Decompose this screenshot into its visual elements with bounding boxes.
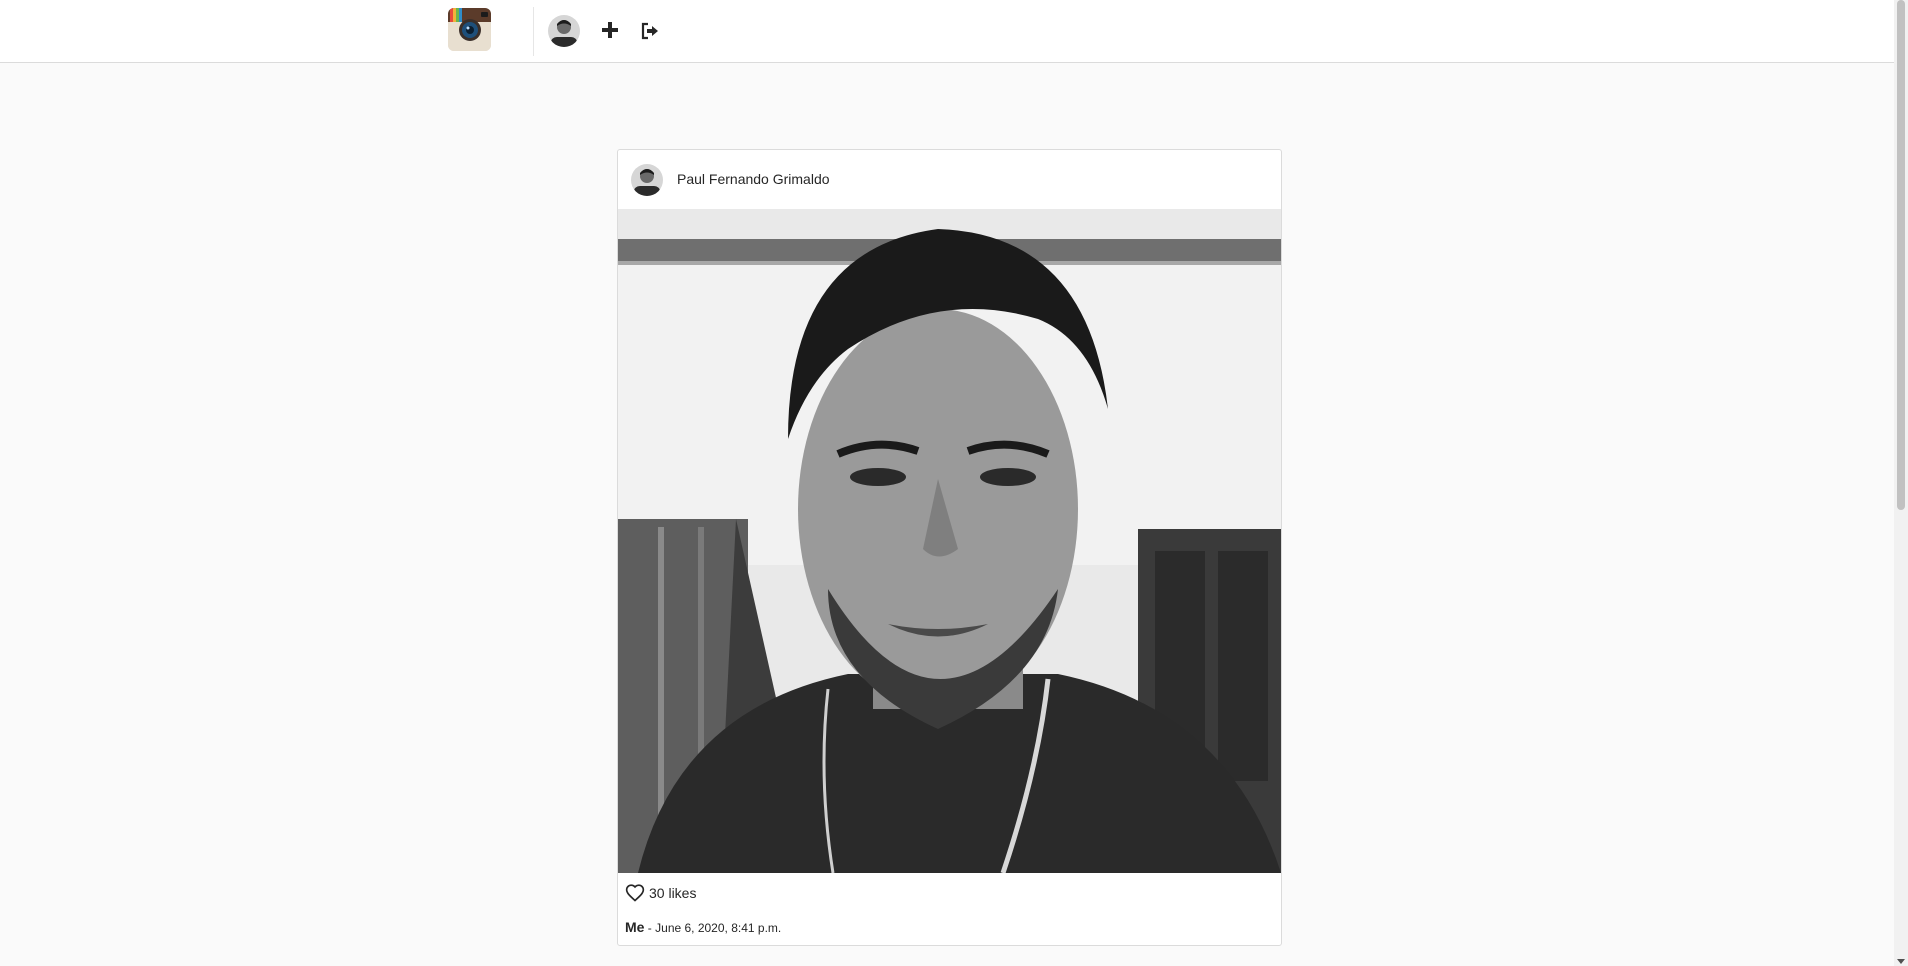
scrollbar-thumb[interactable]: [1897, 0, 1905, 510]
post-card: Paul Fernando Grimaldo 30 likes Me - Jun…: [617, 149, 1282, 946]
heart-outline-icon[interactable]: [625, 883, 645, 903]
camera-logo-icon[interactable]: [448, 8, 491, 51]
likes-row: 30 likes: [625, 882, 696, 904]
post-date: June 6, 2020, 8:41 p.m.: [655, 921, 782, 935]
author-name[interactable]: Paul Fernando Grimaldo: [677, 171, 830, 187]
top-nav-bar: [0, 0, 1908, 63]
post-photo[interactable]: [618, 209, 1281, 873]
nav-divider: [533, 7, 534, 56]
scroll-down-arrow-icon[interactable]: [1897, 959, 1905, 964]
vertical-scrollbar[interactable]: [1894, 0, 1908, 966]
likes-count: 30 likes: [649, 885, 697, 901]
plus-icon[interactable]: [600, 20, 620, 40]
caption-row: Me - June 6, 2020, 8:41 p.m.: [625, 919, 781, 935]
user-avatar-icon[interactable]: [548, 15, 580, 47]
post-header: Paul Fernando Grimaldo: [618, 150, 1281, 209]
author-avatar[interactable]: [631, 164, 663, 196]
caption-text: Me: [625, 919, 645, 935]
logout-icon[interactable]: [640, 21, 660, 41]
